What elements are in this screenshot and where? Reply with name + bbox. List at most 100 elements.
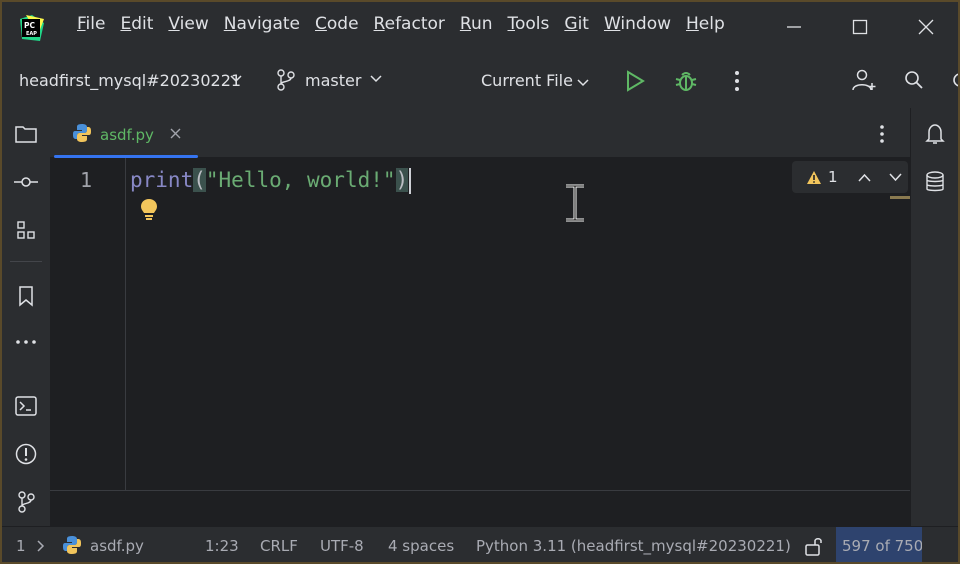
warning-triangle-icon xyxy=(807,170,821,184)
indent-setting[interactable]: 4 spaces xyxy=(388,537,454,555)
tab-options-icon[interactable] xyxy=(878,124,886,144)
menu-navigate[interactable]: Navigate xyxy=(224,14,300,34)
status-bar: 1 asdf.py 1:23 CRLF UTF-8 4 spaces Pytho… xyxy=(2,526,958,562)
mouse-ibeam-cursor-icon xyxy=(566,184,584,222)
structure-icon xyxy=(17,221,35,239)
code-string-literal: "Hello, world!" xyxy=(205,168,396,192)
menu-run[interactable]: Run xyxy=(460,14,493,34)
memory-usage: 597 of 750M xyxy=(842,537,922,555)
commit-icon xyxy=(14,177,38,187)
ide-window: PC EAP File Edit View Navigate Code Refa… xyxy=(2,2,958,562)
menu-file[interactable]: File xyxy=(77,14,105,34)
close-icon xyxy=(918,19,934,35)
code-close-paren: ) xyxy=(395,168,409,192)
code-open-paren: ( xyxy=(193,168,206,192)
project-name: headfirst_mysql#20230221 xyxy=(19,71,242,90)
editor-area: asdf.py 1 print("Hello, world!") 1 xyxy=(50,108,910,526)
warning-count: 1 xyxy=(828,168,838,186)
bookmarks-tool-button[interactable] xyxy=(14,284,38,308)
main-toolbar: headfirst_mysql#20230221 master Current … xyxy=(2,52,958,108)
git-tool-button[interactable] xyxy=(14,490,38,514)
title-bar: PC EAP File Edit View Navigate Code Refa… xyxy=(2,2,958,52)
code-print-builtin: print xyxy=(130,168,194,192)
previous-highlight-icon[interactable] xyxy=(857,173,871,182)
run-icon[interactable] xyxy=(624,70,646,92)
close-window-button[interactable] xyxy=(896,12,956,42)
code-line-1[interactable]: print("Hello, world!") xyxy=(130,168,412,194)
memory-indicator[interactable]: 597 of 750M xyxy=(836,527,922,562)
git-branch-icon xyxy=(277,69,295,91)
menu-tools[interactable]: Tools xyxy=(508,14,550,34)
next-highlight-icon[interactable] xyxy=(888,172,902,182)
scrollbar-warning-marker[interactable] xyxy=(890,196,910,199)
editor-bottom-strip xyxy=(50,490,910,526)
menu-window[interactable]: Window xyxy=(604,14,671,34)
minimize-icon xyxy=(787,26,801,28)
database-tool-button[interactable] xyxy=(923,170,947,194)
more-horizontal-icon xyxy=(16,340,36,344)
minimize-button[interactable] xyxy=(764,12,824,42)
line-separator[interactable]: CRLF xyxy=(260,537,298,555)
inspection-widget[interactable]: 1 xyxy=(792,161,908,193)
branch-name: master xyxy=(305,71,362,90)
git-branch-icon xyxy=(18,491,35,513)
project-selector[interactable]: headfirst_mysql#20230221 xyxy=(19,71,241,90)
line-number: 1 xyxy=(80,168,93,192)
run-config-selector[interactable]: Current File xyxy=(481,71,573,90)
debug-bug-icon[interactable] xyxy=(674,69,698,93)
logo-text: PC xyxy=(24,21,35,30)
maximize-icon xyxy=(852,19,868,35)
chevron-down-icon[interactable] xyxy=(370,73,382,85)
more-tool-windows-button[interactable] xyxy=(14,330,38,354)
file-encoding[interactable]: UTF-8 xyxy=(320,537,364,555)
line-number-gutter: 1 xyxy=(50,158,157,490)
chevron-right-icon xyxy=(37,540,45,552)
stripe-divider xyxy=(10,261,42,262)
commit-tool-button[interactable] xyxy=(14,170,38,194)
menu-refactor[interactable]: Refactor xyxy=(374,14,445,34)
menu-help[interactable]: Help xyxy=(686,14,725,34)
structure-tool-button[interactable] xyxy=(14,218,38,242)
project-tool-button[interactable] xyxy=(14,122,38,146)
run-config-label: Current File xyxy=(481,71,573,90)
main-menu: File Edit View Navigate Code Refactor Ru… xyxy=(77,14,740,34)
menu-code[interactable]: Code xyxy=(315,14,359,34)
terminal-icon xyxy=(15,396,37,416)
problems-warning-icon xyxy=(15,443,37,465)
add-user-icon[interactable] xyxy=(852,69,876,91)
folder-icon xyxy=(15,126,37,143)
menu-edit[interactable]: Edit xyxy=(120,14,153,34)
menu-view[interactable]: View xyxy=(168,14,208,34)
chevron-down-icon[interactable] xyxy=(577,77,589,89)
python-interpreter[interactable]: Python 3.11 (headfirst_mysql#20230221) xyxy=(476,537,791,555)
notifications-tool-button[interactable] xyxy=(923,122,947,146)
bell-icon xyxy=(925,124,945,144)
python-file-icon xyxy=(63,536,81,554)
tab-label: asdf.py xyxy=(100,126,154,144)
text-caret xyxy=(409,168,412,194)
branch-selector[interactable]: master xyxy=(305,71,361,90)
terminal-tool-button[interactable] xyxy=(14,394,38,418)
editor-tab-asdf-py[interactable]: asdf.py xyxy=(52,108,198,158)
logo-badge: EAP xyxy=(26,31,37,37)
menu-git[interactable]: Git xyxy=(564,14,589,34)
pycharm-logo-icon: PC EAP xyxy=(20,15,44,41)
intention-bulb-icon[interactable] xyxy=(140,198,158,222)
maximize-button[interactable] xyxy=(830,12,890,42)
chevron-down-icon[interactable] xyxy=(230,73,242,85)
unlock-icon[interactable] xyxy=(804,536,824,556)
bookmark-icon xyxy=(19,286,33,307)
left-tool-stripe xyxy=(2,108,50,526)
problems-tool-button[interactable] xyxy=(14,442,38,466)
database-icon xyxy=(926,171,944,192)
settings-gear-icon[interactable] xyxy=(950,70,958,90)
editor-tab-bar: asdf.py xyxy=(50,108,910,158)
close-tab-icon[interactable] xyxy=(170,128,181,139)
more-vertical-icon[interactable] xyxy=(733,70,741,92)
caret-position[interactable]: 1:23 xyxy=(205,537,239,555)
right-tool-stripe xyxy=(910,108,958,526)
breadcrumb-file[interactable]: asdf.py xyxy=(90,537,144,555)
breadcrumb-line[interactable]: 1 xyxy=(16,537,26,555)
search-icon[interactable] xyxy=(904,70,924,90)
python-file-icon xyxy=(73,124,91,142)
